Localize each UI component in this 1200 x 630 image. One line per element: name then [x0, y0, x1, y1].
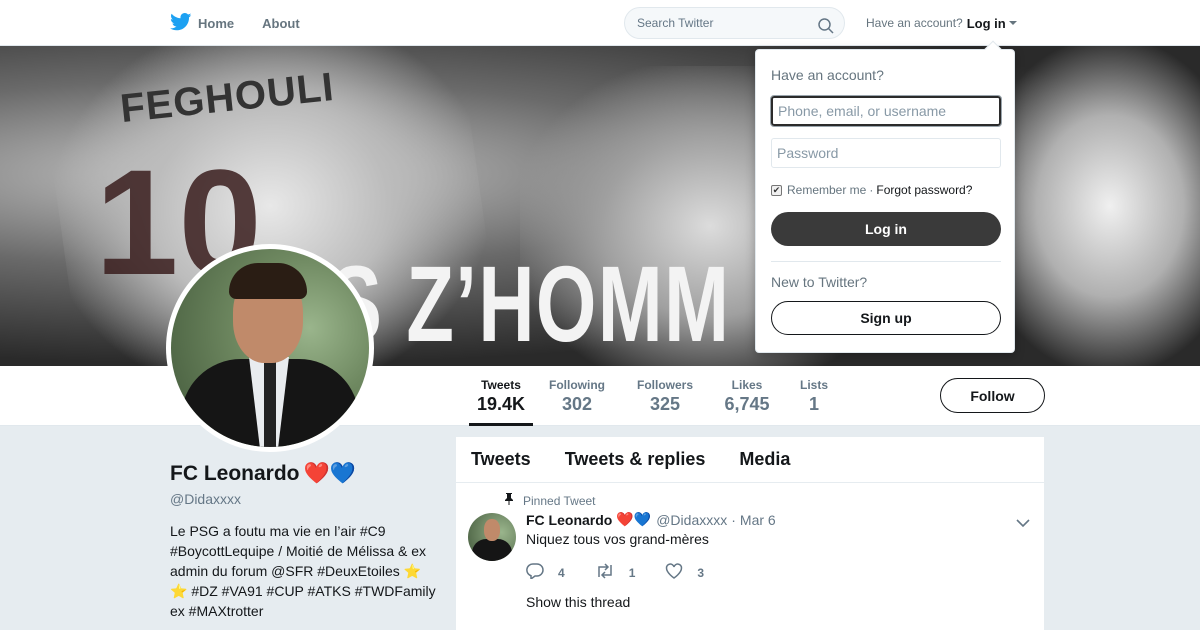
- home-link[interactable]: Home: [170, 12, 235, 34]
- stat-label: Following: [549, 378, 605, 392]
- avatar-tie: [264, 361, 276, 447]
- like-action[interactable]: 3: [665, 563, 704, 582]
- search-input[interactable]: Search Twitter: [624, 7, 845, 39]
- chevron-down-icon[interactable]: [1016, 515, 1030, 533]
- profile-bio: Le PSG a foutu ma vie en l’air #C9 #Boyc…: [170, 523, 436, 619]
- remember-me-checkbox[interactable]: ✔: [771, 184, 782, 196]
- login-dropdown: Have an account? ✔ Remember me · Forgot …: [755, 40, 1015, 353]
- nav-left: Home About: [170, 0, 300, 46]
- remember-me-label[interactable]: Remember me: [787, 183, 866, 197]
- twitter-bird-icon: [170, 12, 198, 34]
- new-to-twitter-text: New to Twitter?: [771, 274, 868, 290]
- tweet-avatar[interactable]: [468, 513, 516, 561]
- home-label: Home: [198, 15, 235, 31]
- stat-label: Likes: [731, 378, 763, 392]
- like-count: 3: [697, 565, 705, 580]
- top-navigation: Home About Search Twitter Have an accoun…: [0, 0, 1200, 46]
- divider: [771, 261, 1001, 262]
- remember-me-row: ✔ Remember me · Forgot password?: [771, 183, 972, 197]
- stat-label: Lists: [799, 378, 828, 392]
- pin-icon: [504, 493, 523, 508]
- tweet-avatar-suit: [472, 539, 512, 561]
- profile-name-text: FC Leonardo: [170, 462, 300, 485]
- avatar-image: [171, 249, 369, 447]
- reply-count: 4: [558, 565, 565, 580]
- stat-value: 19.4K: [476, 394, 526, 414]
- pinned-label: Pinned Tweet: [504, 493, 596, 508]
- timeline: Tweets Tweets & replies Media Pinned Twe…: [456, 437, 1044, 630]
- show-thread-link[interactable]: Show this thread: [526, 594, 630, 610]
- tweet-date[interactable]: Mar 6: [740, 512, 776, 528]
- profile-handle[interactable]: @Didaxxxx: [170, 491, 241, 507]
- password-input[interactable]: [771, 138, 1001, 168]
- reply-icon: [526, 563, 558, 582]
- reply-action[interactable]: 4: [526, 563, 565, 582]
- search-placeholder: Search Twitter: [637, 16, 714, 30]
- caret-down-icon[interactable]: [1008, 21, 1017, 25]
- tab-tweets-replies[interactable]: Tweets & replies: [565, 449, 706, 470]
- tweet-actions: 4 1 3: [526, 563, 734, 582]
- tweet-author[interactable]: FC Leonardo: [526, 512, 612, 528]
- tweet-handle[interactable]: @Didaxxxx: [656, 512, 727, 528]
- heart-emoji-icon: ❤️💙: [303, 462, 356, 485]
- stat-value: 1: [808, 394, 819, 414]
- stat-value: 325: [649, 394, 681, 414]
- follow-button[interactable]: Follow: [940, 378, 1045, 413]
- stat-label: Tweets: [481, 378, 521, 392]
- about-link[interactable]: About: [262, 16, 300, 31]
- stat-tweets[interactable]: Tweets 19.4K: [469, 366, 533, 426]
- banner-slogan: S Z’HOMM: [330, 243, 731, 364]
- tweet-separator: ·: [731, 511, 736, 528]
- timeline-tabs: Tweets Tweets & replies Media: [456, 437, 1044, 483]
- stat-followers[interactable]: Followers 325: [634, 366, 696, 426]
- pinned-text: Pinned Tweet: [523, 493, 596, 508]
- stat-value: 302: [561, 394, 593, 414]
- retweet-icon: [595, 563, 629, 582]
- retweet-count: 1: [628, 565, 636, 580]
- login-button[interactable]: Log in: [771, 212, 1001, 246]
- login-menu-link[interactable]: Log in: [967, 16, 1006, 31]
- stat-label: Followers: [636, 378, 693, 392]
- tweet-header: FC Leonardo ❤️💙 @Didaxxxx · Mar 6: [526, 511, 776, 528]
- profile-avatar[interactable]: [166, 244, 374, 452]
- pinned-tweet[interactable]: Pinned Tweet FC Leonardo ❤️💙 @Didaxxxx ·…: [456, 483, 1044, 630]
- remember-separator: ·: [869, 183, 874, 197]
- stat-lists[interactable]: Lists 1: [797, 366, 831, 426]
- tweet-avatar-face: [484, 519, 500, 541]
- tweet-text: Niquez tous vos grand-mères: [526, 531, 709, 547]
- heart-emoji-icon: ❤️💙: [616, 511, 652, 527]
- heart-icon: [665, 563, 697, 582]
- forgot-password-link[interactable]: Forgot password?: [876, 183, 972, 197]
- profile-name: FC Leonardo ❤️💙: [170, 462, 356, 486]
- stat-value: 6,745: [724, 394, 770, 414]
- stat-following[interactable]: Following 302: [546, 366, 608, 426]
- tab-tweets[interactable]: Tweets: [471, 449, 531, 470]
- retweet-action[interactable]: 1: [595, 563, 636, 582]
- search-icon[interactable]: [818, 15, 834, 45]
- tab-media[interactable]: Media: [739, 449, 790, 470]
- signup-button[interactable]: Sign up: [771, 301, 1001, 335]
- account-menu[interactable]: Have an account? Log in: [866, 0, 1017, 46]
- avatar-hair: [229, 263, 307, 299]
- stat-likes[interactable]: Likes 6,745: [722, 366, 772, 426]
- dropdown-title: Have an account?: [771, 67, 884, 83]
- username-input[interactable]: [770, 95, 1002, 127]
- have-account-text: Have an account?: [866, 16, 963, 30]
